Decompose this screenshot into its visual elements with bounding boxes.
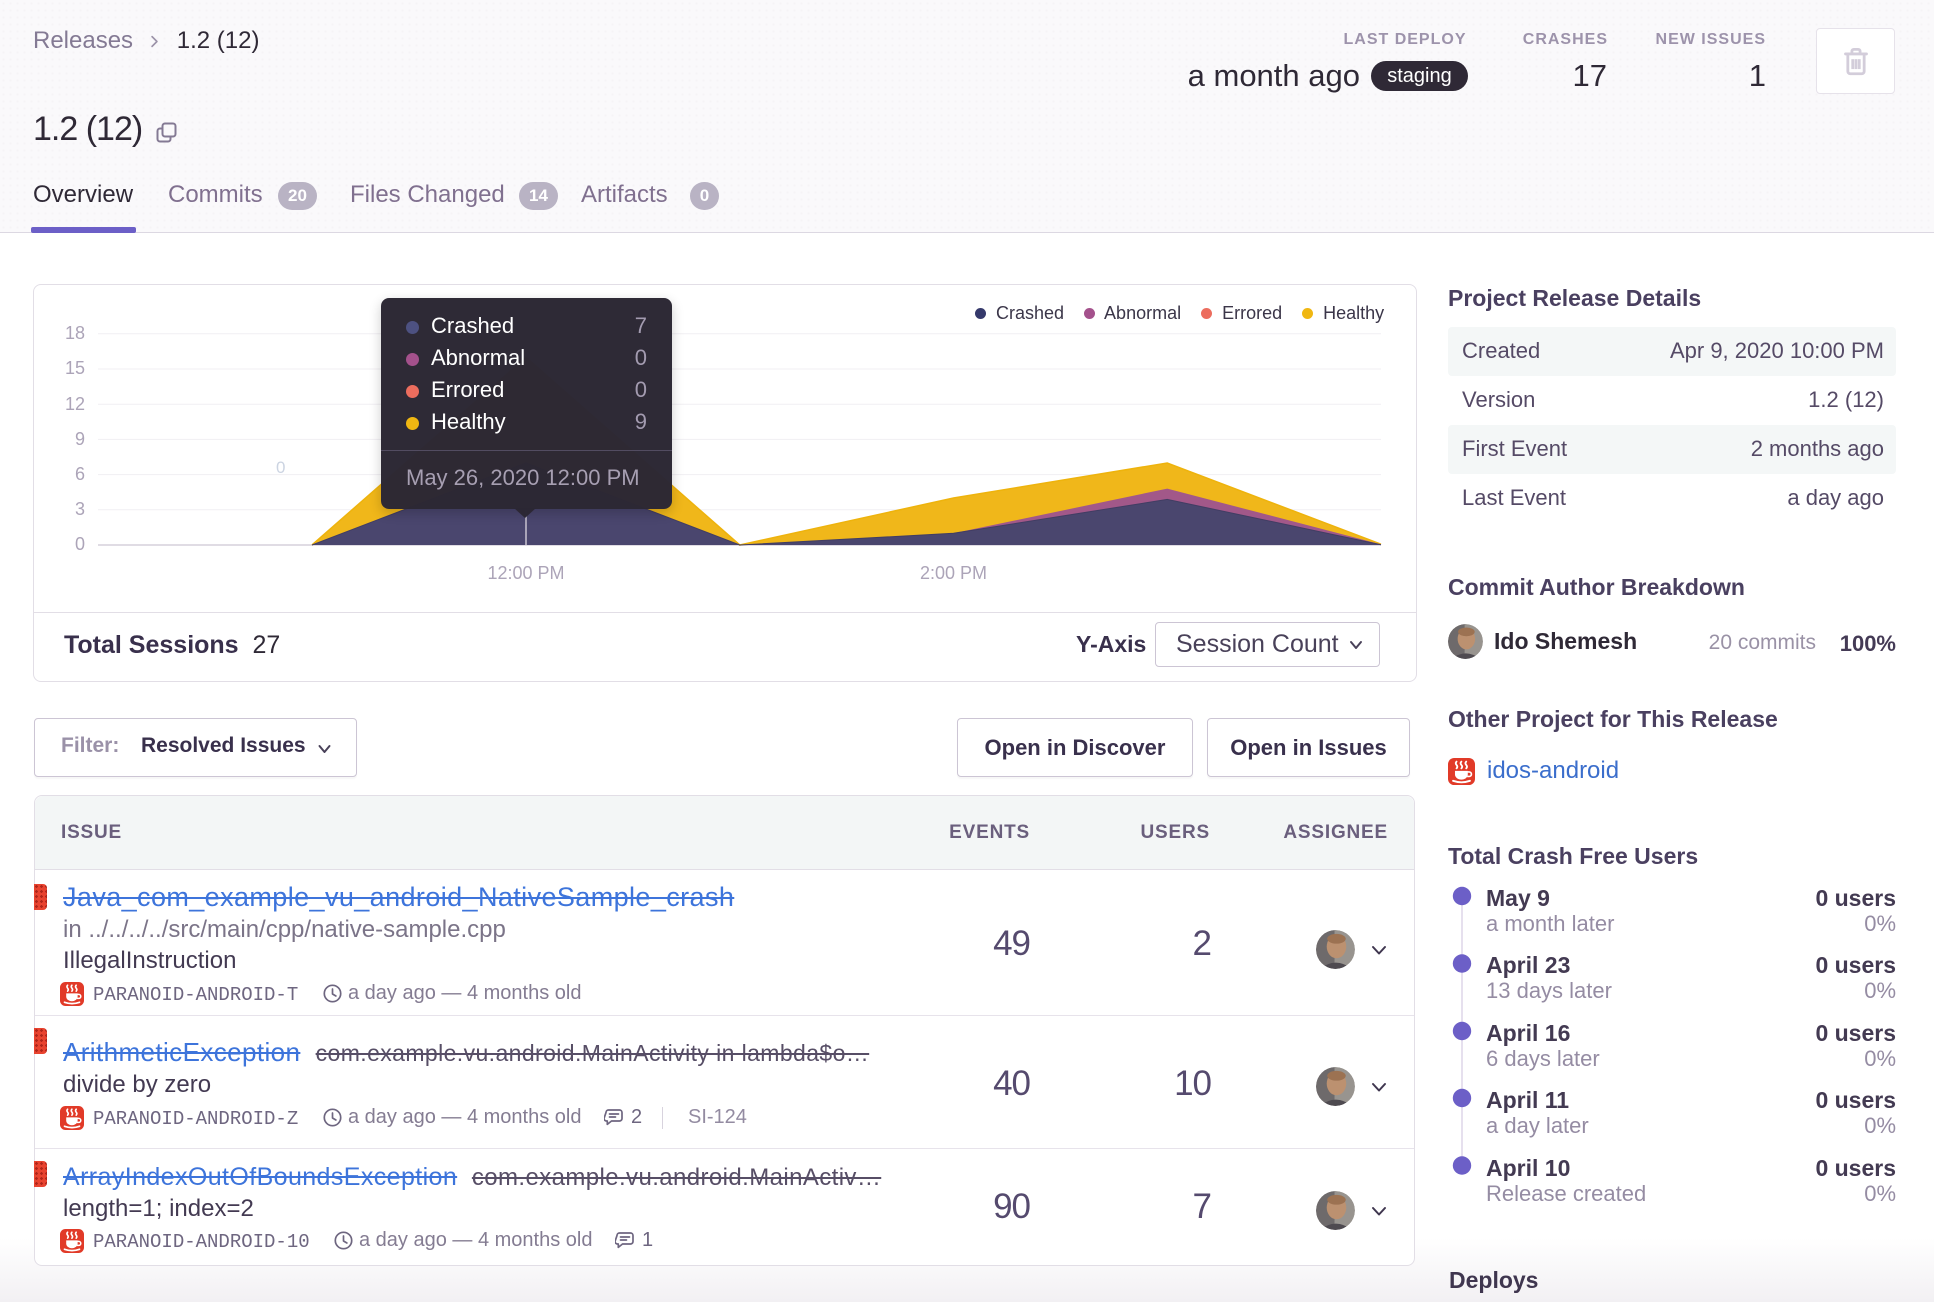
- svg-text:9: 9: [75, 429, 85, 449]
- svg-text:2:00 PM: 2:00 PM: [920, 563, 987, 583]
- svg-text:6: 6: [75, 464, 85, 484]
- svg-text:0: 0: [75, 534, 85, 554]
- svg-text:12: 12: [65, 394, 85, 414]
- svg-text:12:00 PM: 12:00 PM: [487, 563, 564, 583]
- svg-text:3: 3: [75, 499, 85, 519]
- svg-text:0: 0: [276, 458, 285, 477]
- svg-text:18: 18: [65, 323, 85, 343]
- svg-text:15: 15: [65, 358, 85, 378]
